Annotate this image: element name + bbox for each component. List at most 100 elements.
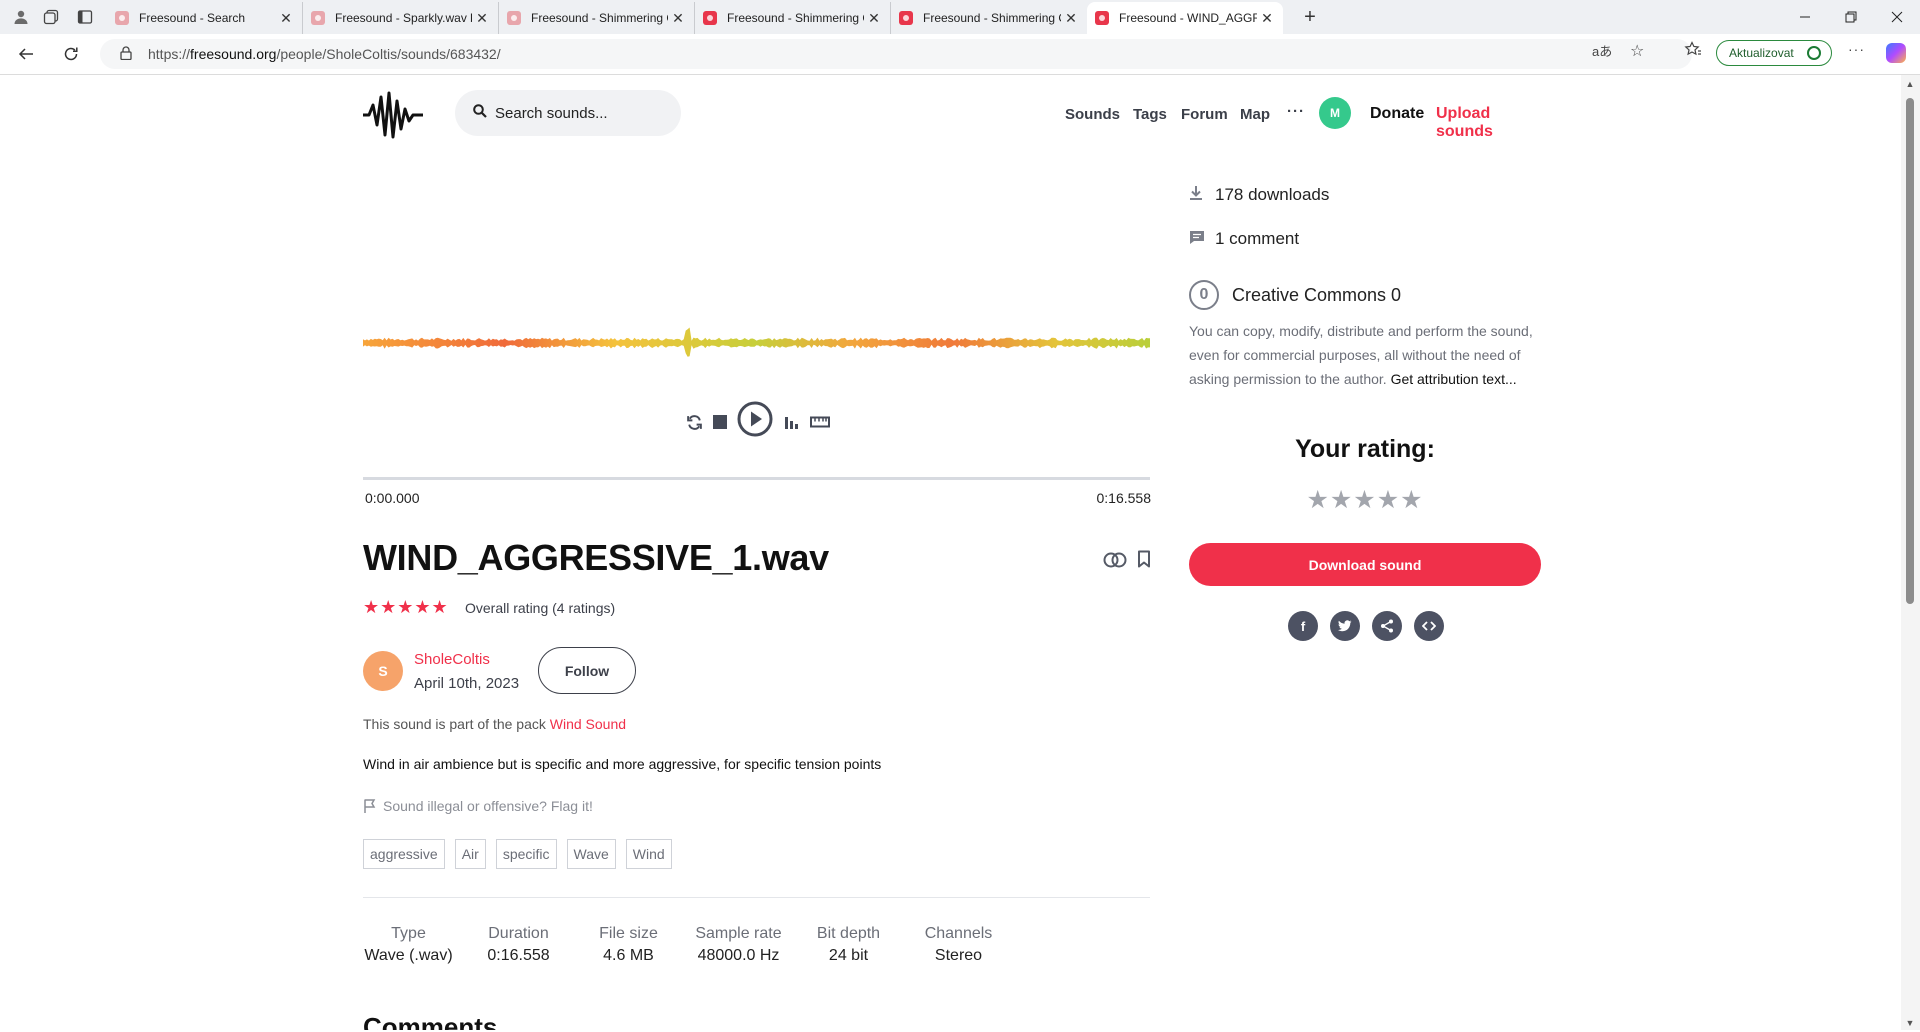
tag-wind[interactable]: Wind <box>625 839 672 869</box>
tag-specific[interactable]: specific <box>495 839 557 869</box>
tab-close-icon[interactable]: ✕ <box>668 10 688 27</box>
bookmark-icon[interactable] <box>1137 550 1151 568</box>
comments-count[interactable]: 1 comment <box>1189 229 1299 249</box>
rating-stars-input[interactable]: ★★★★★ <box>1189 485 1541 515</box>
url-text: https://freesound.org/people/SholeColtis… <box>148 46 501 62</box>
tag-aggressive[interactable]: aggressive <box>363 839 445 869</box>
scroll-down-icon[interactable]: ▼ <box>1905 1018 1915 1028</box>
flag-icon <box>364 799 376 813</box>
loop-icon[interactable] <box>685 413 703 431</box>
back-arrow-icon[interactable] <box>14 42 38 66</box>
address-bar-row: https://freesound.org/people/SholeColtis… <box>0 34 1920 75</box>
window-close-icon[interactable] <box>1874 0 1920 34</box>
freesound-favicon-icon <box>899 11 913 25</box>
freesound-logo-icon[interactable] <box>363 87 423 143</box>
similar-sounds-icon[interactable] <box>1103 552 1127 568</box>
creative-commons-zero-icon: 0 <box>1189 280 1219 310</box>
search-input[interactable]: Search sounds... <box>455 90 681 136</box>
favorites-icon[interactable] <box>1684 41 1702 62</box>
donate-link[interactable]: Donate <box>1370 105 1424 123</box>
tab-close-icon[interactable]: ✕ <box>864 10 884 27</box>
url-field[interactable]: https://freesound.org/people/SholeColtis… <box>100 39 1692 69</box>
upload-date: April 10th, 2023 <box>414 675 520 692</box>
ruler-icon[interactable] <box>809 413 831 431</box>
new-tab-icon[interactable]: + <box>1300 6 1320 28</box>
profile-icon[interactable] <box>11 7 31 27</box>
freesound-favicon-icon <box>311 11 325 25</box>
follow-button[interactable]: Follow <box>538 647 636 694</box>
upload-sounds-link[interactable]: Upload sounds <box>1436 105 1543 141</box>
divider <box>363 897 1150 898</box>
update-button[interactable]: Aktualizovat <box>1716 40 1832 66</box>
attribution-link[interactable]: Get attribution text... <box>1391 371 1517 387</box>
tag-air[interactable]: Air <box>454 839 486 869</box>
meta-channels: Channels Stereo <box>924 925 993 964</box>
sound-title: WIND_AGGRESSIVE_1.wav <box>363 537 829 578</box>
tab-1[interactable]: Freesound - Search ✕ <box>107 2 303 34</box>
page-viewport: Search sounds... Sounds Tags Forum Map ·… <box>3 75 1901 1030</box>
nav-sounds[interactable]: Sounds <box>1065 106 1120 123</box>
download-sound-button[interactable]: Download sound <box>1189 543 1541 586</box>
tab-3[interactable]: Freesound - Shimmering Object.w ✕ <box>499 2 695 34</box>
tab-close-icon[interactable]: ✕ <box>472 10 492 27</box>
play-icon[interactable] <box>737 401 773 437</box>
flag-link[interactable]: Sound illegal or offensive? Flag it! <box>363 798 593 814</box>
your-rating-heading: Your rating: <box>1295 435 1435 463</box>
embed-icon[interactable] <box>1414 611 1444 641</box>
nav-more-icon[interactable]: ··· <box>1287 103 1305 120</box>
search-icon <box>473 104 487 122</box>
reload-icon[interactable] <box>59 42 83 66</box>
pack-link[interactable]: Wind Sound <box>550 716 626 732</box>
comments-heading: Comments <box>363 1012 498 1030</box>
author-username-link[interactable]: SholeColtis <box>414 651 490 668</box>
page-scrollbar[interactable]: ▲ ▼ <box>1901 75 1920 1030</box>
share-icon[interactable] <box>1372 611 1402 641</box>
pack-info: This sound is part of the pack Wind Soun… <box>363 716 627 732</box>
waveform[interactable] <box>363 315 1150 371</box>
favorite-star-icon[interactable]: ☆ <box>1630 41 1644 61</box>
downloads-count: 178 downloads <box>1189 185 1329 205</box>
more-options-icon[interactable]: ··· <box>1848 41 1865 57</box>
nav-forum[interactable]: Forum <box>1181 106 1228 123</box>
time-end: 0:16.558 <box>1096 490 1152 506</box>
tab-2[interactable]: Freesound - Sparkly.wav by optic ✕ <box>303 2 499 34</box>
playback-progress-bar[interactable] <box>363 477 1150 480</box>
browser-tab-bar: Freesound - Search ✕ Freesound - Sparkly… <box>0 0 1920 34</box>
page-content: Search sounds... Sounds Tags Forum Map ·… <box>363 75 1543 1030</box>
nav-map[interactable]: Map <box>1240 106 1270 123</box>
download-icon <box>1189 185 1205 205</box>
license-title: Creative Commons 0 <box>1232 285 1402 305</box>
comment-icon <box>1189 230 1205 249</box>
spectrogram-icon[interactable] <box>783 413 801 431</box>
overall-rating-stars: ★★★★★ <box>363 597 449 617</box>
tab-close-icon[interactable]: ✕ <box>1257 10 1277 27</box>
scrollbar-thumb[interactable] <box>1906 98 1914 604</box>
sound-description: Wind in air ambience but is specific and… <box>363 756 882 772</box>
tab-6-active[interactable]: Freesound - WIND_AGGRESSIVE_ ✕ <box>1087 2 1283 34</box>
tab-close-icon[interactable]: ✕ <box>276 10 296 27</box>
time-start: 0:00.000 <box>365 490 420 506</box>
author-avatar[interactable]: S <box>363 651 403 691</box>
scroll-up-icon[interactable]: ▲ <box>1905 79 1915 89</box>
minimize-icon[interactable] <box>1782 0 1828 34</box>
twitter-icon[interactable] <box>1330 611 1360 641</box>
tab-4[interactable]: Freesound - Shimmering Object 2 ✕ <box>695 2 891 34</box>
restore-icon[interactable] <box>1828 0 1874 34</box>
stop-icon[interactable] <box>711 413 729 431</box>
user-avatar[interactable]: M <box>1319 97 1351 129</box>
lock-icon[interactable] <box>120 46 132 63</box>
overall-rating-text: Overall rating (4 ratings) <box>465 600 616 616</box>
freesound-favicon-icon <box>1095 11 1109 25</box>
nav-tags[interactable]: Tags <box>1133 106 1167 123</box>
tab-5[interactable]: Freesound - Shimmering Object 3 ✕ <box>891 2 1087 34</box>
copilot-icon[interactable] <box>1886 43 1906 63</box>
tab-actions-icon[interactable] <box>75 7 95 27</box>
workspaces-icon[interactable] <box>41 7 61 27</box>
tag-wave[interactable]: Wave <box>566 839 616 869</box>
read-aloud-icon[interactable]: aあ <box>1592 41 1612 60</box>
freesound-favicon-icon <box>115 11 129 25</box>
facebook-icon[interactable]: f <box>1288 611 1318 641</box>
tab-close-icon[interactable]: ✕ <box>1061 10 1081 27</box>
update-status-icon <box>1807 46 1821 60</box>
freesound-favicon-icon <box>703 11 717 25</box>
